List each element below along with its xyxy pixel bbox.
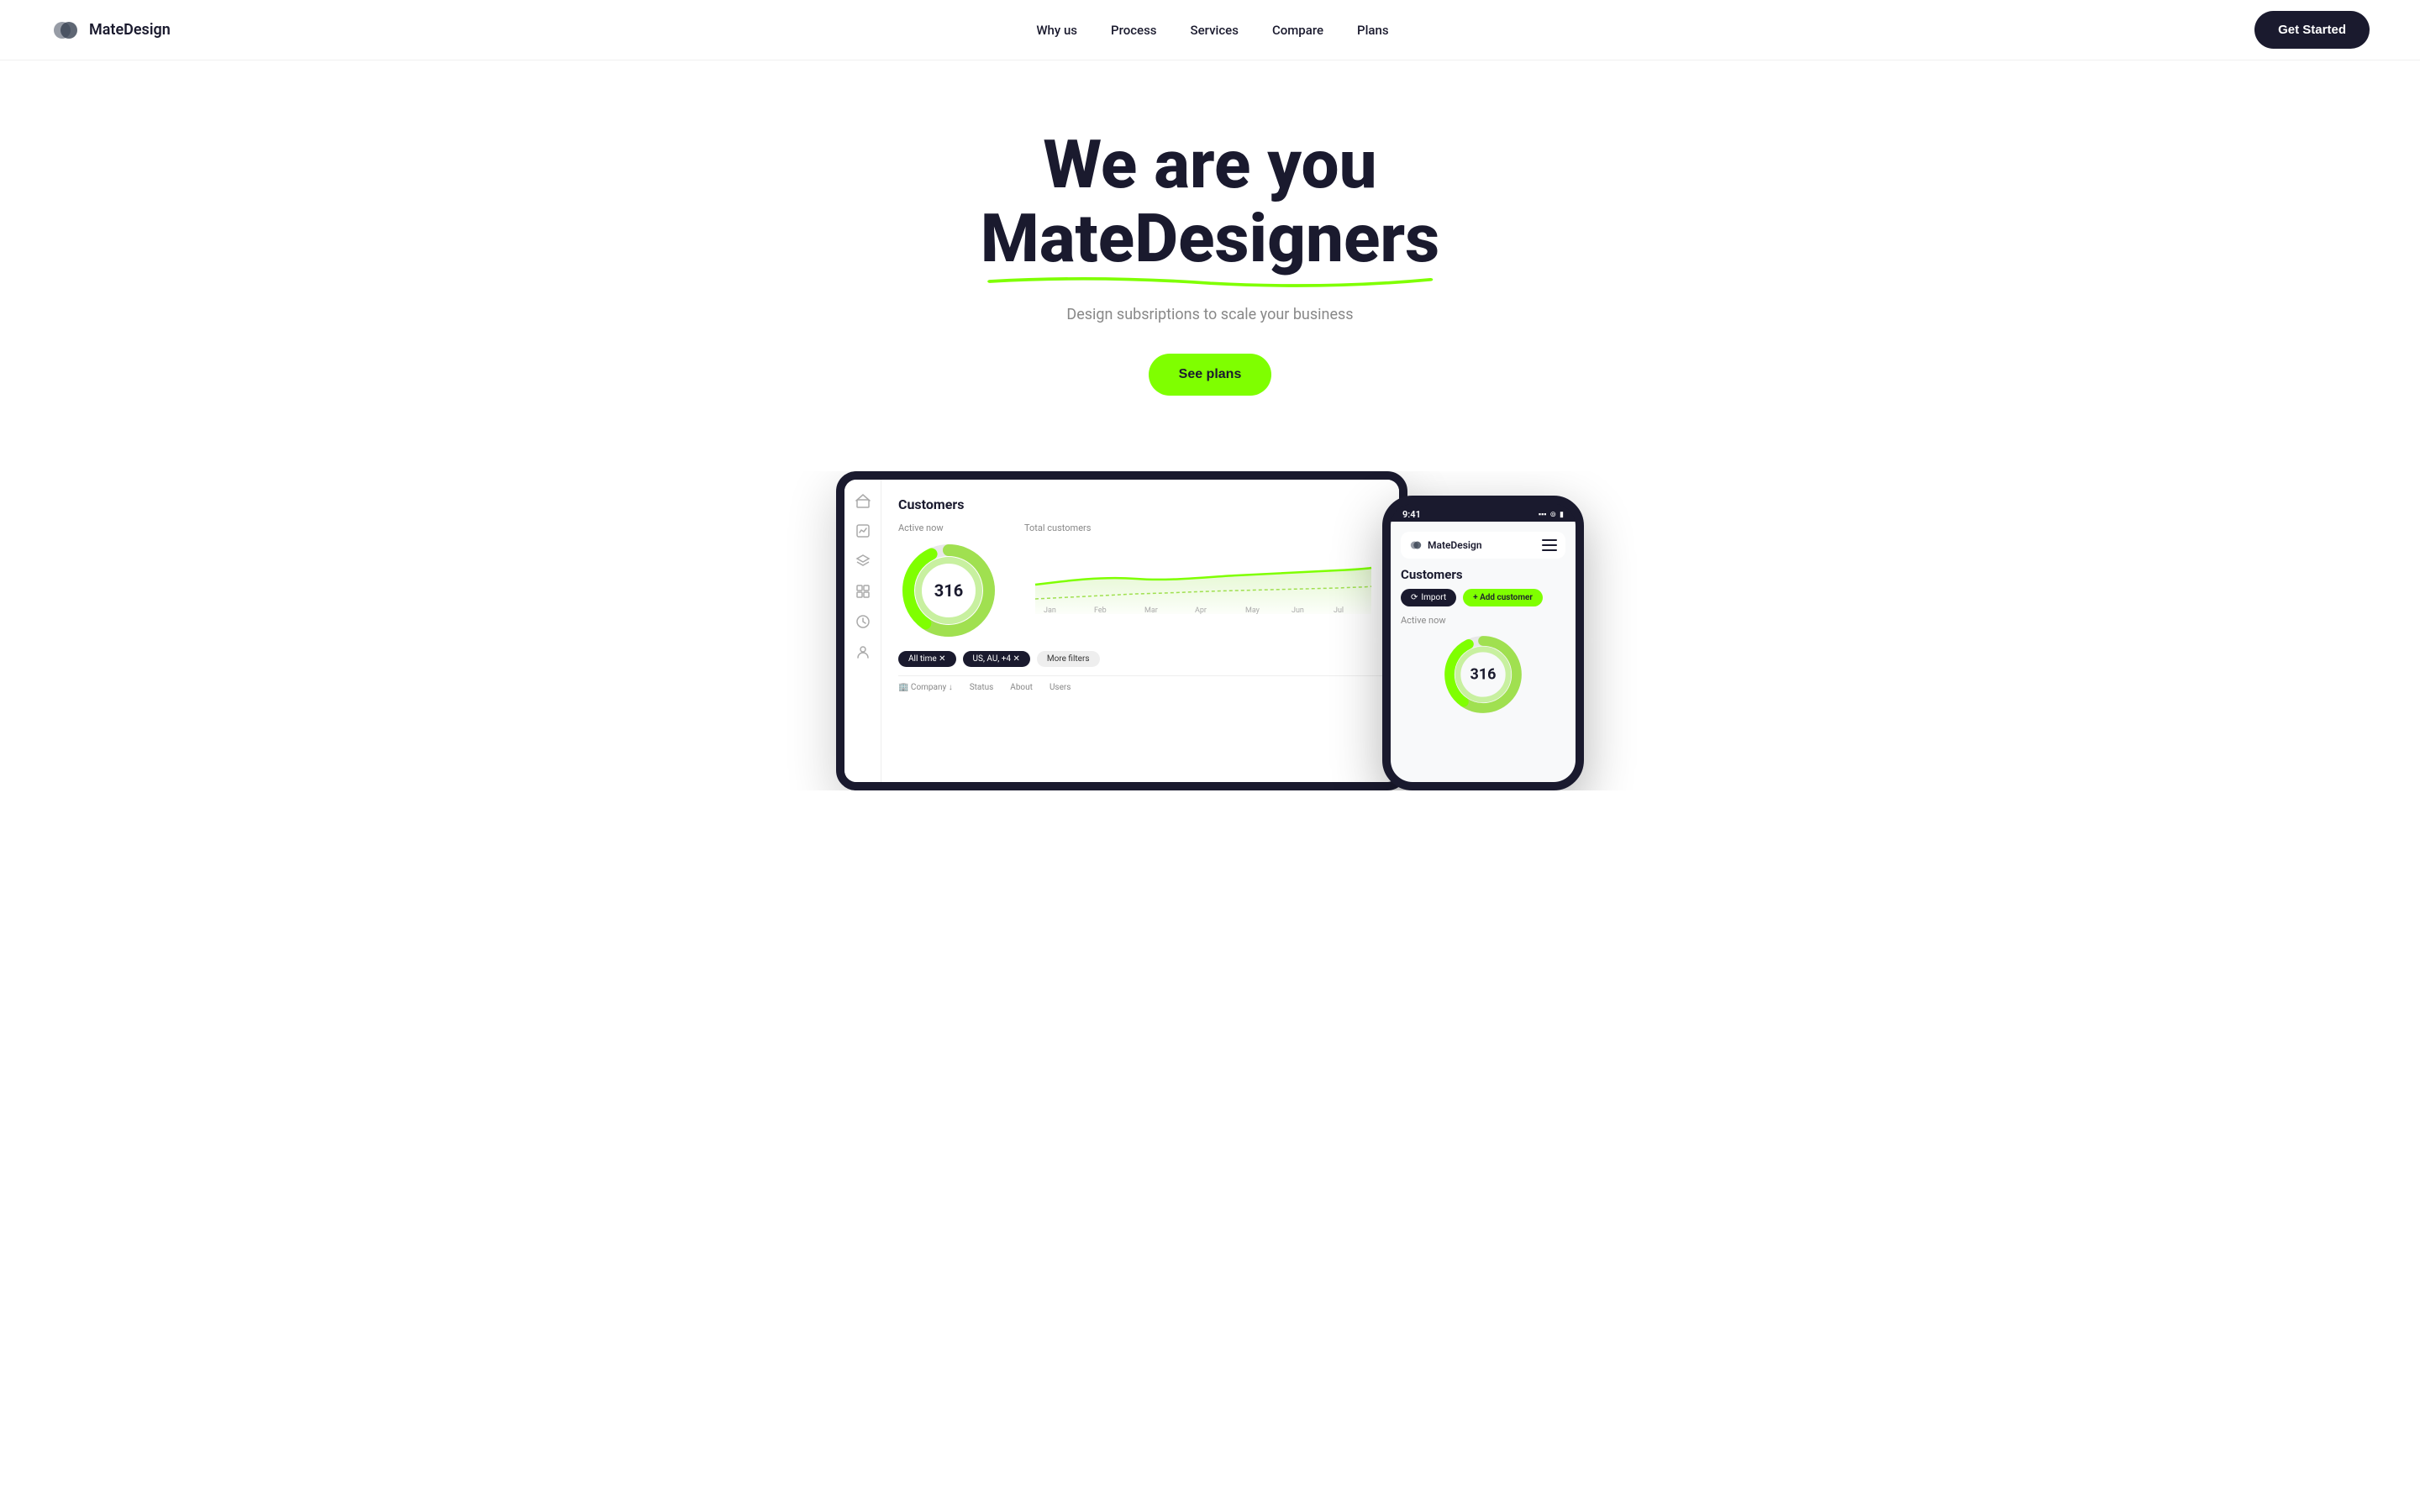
signal-icon: ▪▪▪	[1539, 510, 1547, 519]
phone-customers-title: Customers	[1401, 567, 1565, 582]
phone-time: 9:41	[1402, 509, 1421, 520]
phone-status-bar: 9:41 ▪▪▪ ⊚ ▮	[1391, 504, 1576, 522]
svg-text:Jul: Jul	[1334, 606, 1344, 614]
nav-compare[interactable]: Compare	[1272, 23, 1323, 38]
hero-title: We are you MateDesigners	[17, 128, 2403, 276]
phone-status-icons: ▪▪▪ ⊚ ▮	[1539, 510, 1564, 519]
sidebar-clock-icon	[855, 614, 871, 629]
phone-donut: 316	[1441, 633, 1525, 717]
col-users: Users	[1050, 683, 1071, 692]
tablet-filters: All time ✕ US, AU, +4 ✕ More filters	[898, 651, 1382, 667]
logo-area[interactable]: MateDesign	[50, 15, 171, 45]
phone-add-customer-button[interactable]: + Add customer	[1463, 589, 1543, 606]
hero-section: We are you MateDesigners Design subsript…	[0, 60, 2420, 429]
nav-links: Why us Process Services Compare Plans	[1036, 22, 1388, 38]
phone-import-button[interactable]: ⟳ Import	[1401, 589, 1456, 606]
wifi-icon: ⊚	[1550, 511, 1557, 519]
nav-services[interactable]: Services	[1191, 23, 1239, 38]
phone-app-name: MateDesign	[1428, 539, 1482, 551]
svg-text:Mar: Mar	[1144, 606, 1158, 614]
phone-donut-number: 316	[1470, 666, 1497, 684]
tablet-sidebar	[844, 480, 881, 782]
nav-process[interactable]: Process	[1111, 23, 1157, 38]
battery-icon: ▮	[1560, 511, 1564, 519]
tablet-mockup: Customers Active now	[836, 471, 1407, 790]
get-started-button[interactable]: Get Started	[2254, 11, 2370, 49]
nav-plans[interactable]: Plans	[1357, 23, 1389, 38]
tablet-active-label: Active now	[898, 522, 999, 533]
sidebar-layers-icon	[855, 554, 871, 569]
mockup-section: Customers Active now	[0, 471, 2420, 790]
phone-logo-icon	[1409, 538, 1423, 552]
tablet-line-chart: Jan Feb Mar Apr May Jun Jul	[1024, 538, 1382, 614]
see-plans-button[interactable]: See plans	[1149, 354, 1272, 396]
sidebar-home-icon	[855, 493, 871, 508]
svg-text:Feb: Feb	[1094, 606, 1107, 614]
phone-screen: MateDesign Customers ⟳ Import + Add cust…	[1391, 522, 1576, 782]
col-status: Status	[970, 683, 994, 692]
svg-text:Jan: Jan	[1044, 606, 1056, 614]
sidebar-user-icon	[855, 644, 871, 659]
svg-text:May: May	[1245, 606, 1260, 614]
tablet-donut-number: 316	[934, 580, 963, 601]
phone-logo-row: MateDesign	[1409, 538, 1482, 552]
filter-us-au[interactable]: US, AU, +4 ✕	[963, 651, 1030, 667]
tablet-table-header: 🏢 Company ↓ Status About Users	[898, 675, 1382, 699]
tablet-content: Customers Active now	[881, 480, 1399, 782]
phone-menu-icon[interactable]	[1542, 539, 1557, 551]
underline-decoration	[981, 272, 1439, 291]
brand-name: MateDesign	[89, 21, 171, 39]
hero-subtitle: Design subsriptions to scale your busine…	[17, 306, 2403, 323]
phone-app-header: MateDesign	[1401, 532, 1565, 559]
sidebar-box-icon	[855, 584, 871, 599]
svg-text:Jun: Jun	[1292, 606, 1304, 614]
phone-mockup: 9:41 ▪▪▪ ⊚ ▮ MateDesign	[1382, 496, 1584, 790]
filter-more[interactable]: More filters	[1037, 651, 1100, 667]
col-company: 🏢 Company ↓	[898, 683, 953, 692]
tablet-total-label: Total customers	[1024, 522, 1382, 533]
phone-active-label: Active now	[1401, 615, 1565, 626]
nav-why-us[interactable]: Why us	[1036, 23, 1077, 38]
phone-action-buttons: ⟳ Import + Add customer	[1401, 589, 1565, 606]
tablet-customers-title: Customers	[898, 496, 1382, 512]
sidebar-chart-icon	[855, 523, 871, 538]
filter-all-time[interactable]: All time ✕	[898, 651, 956, 667]
tablet-screen: Customers Active now	[844, 480, 1399, 782]
tablet-donut: 316	[898, 540, 999, 641]
svg-text:Apr: Apr	[1195, 606, 1207, 614]
col-about: About	[1010, 683, 1033, 692]
hero-line2: MateDesigners	[981, 202, 1439, 276]
navbar: MateDesign Why us Process Services Compa…	[0, 0, 2420, 60]
logo-icon	[50, 15, 81, 45]
hero-line1: We are you	[17, 128, 2403, 202]
